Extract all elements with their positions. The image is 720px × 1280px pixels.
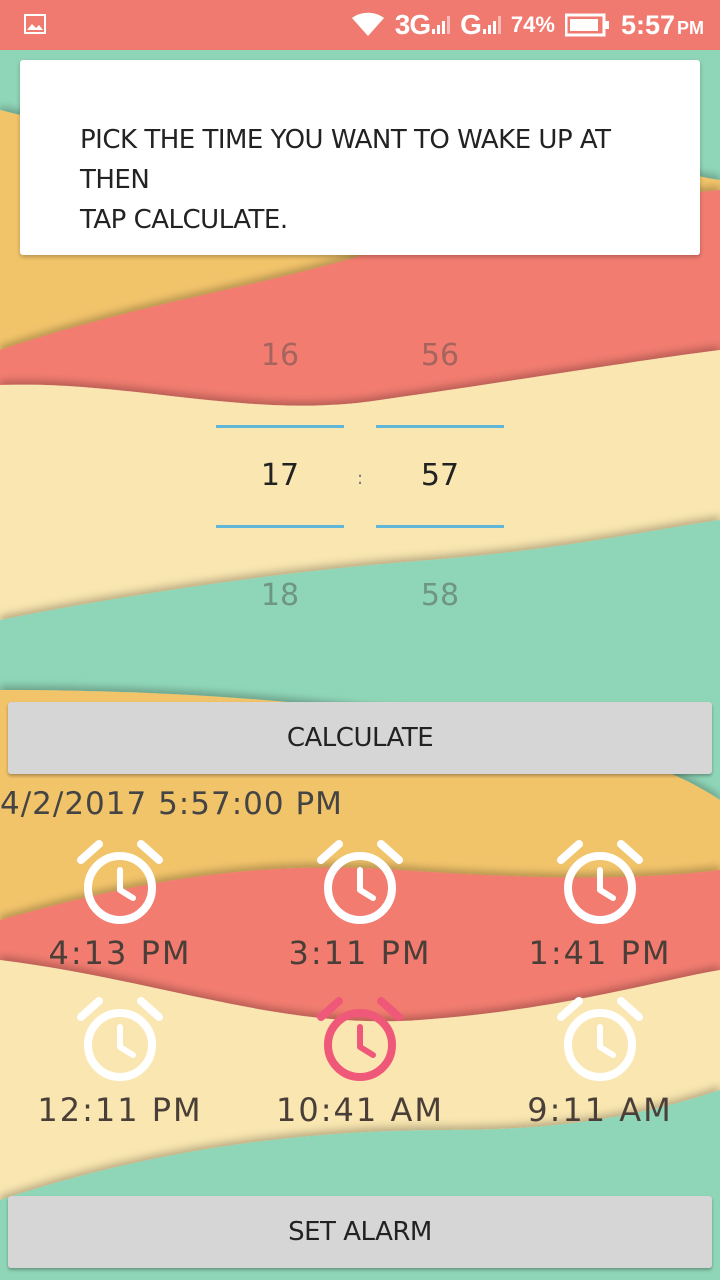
status-bar: 3G G 74% 5:57 PM <box>0 0 720 50</box>
alarm-time: 10:41 AM <box>276 1091 444 1129</box>
alarm-clock-icon[interactable] <box>315 838 405 928</box>
alarm-clock-icon[interactable] <box>75 995 165 1085</box>
alarm-option[interactable]: 3:11 PM <box>240 838 480 972</box>
image-icon <box>24 14 46 34</box>
battery-icon <box>564 13 609 37</box>
alarm-clock-icon[interactable] <box>75 838 165 928</box>
minute-current[interactable]: 57 <box>376 458 504 493</box>
alarm-clock-icon[interactable] <box>555 838 645 928</box>
battery-percent: 74% <box>510 12 555 37</box>
hour-prev[interactable]: 16 <box>216 338 344 373</box>
alarm-clock-icon[interactable] <box>555 995 645 1085</box>
alarm-time: 12:11 PM <box>37 1091 203 1129</box>
minute-next[interactable]: 58 <box>376 578 504 613</box>
network-type: 3G <box>395 9 451 41</box>
signal-icon-2 <box>482 14 501 34</box>
time-separator: : <box>356 468 364 489</box>
instruction-card: PICK THE TIME YOU WANT TO WAKE UP AT THE… <box>20 60 700 255</box>
alarm-option[interactable]: 1:41 PM <box>480 838 720 972</box>
signal-icon <box>432 14 451 34</box>
alarm-time: 3:11 PM <box>288 934 432 972</box>
minute-divider-bottom <box>376 525 504 528</box>
instruction-line-1: PICK THE TIME YOU WANT TO WAKE UP AT THE… <box>80 125 611 195</box>
alarm-option[interactable]: 12:11 PM <box>0 995 240 1129</box>
hour-picker[interactable]: 16 17 18 <box>216 330 344 630</box>
minute-divider-top <box>376 425 504 428</box>
network-type-2: G <box>460 9 501 41</box>
set-alarm-button[interactable]: SET ALARM <box>8 1196 712 1268</box>
status-time: 5:57 PM <box>620 9 704 40</box>
minute-prev[interactable]: 56 <box>376 338 504 373</box>
hour-divider-bottom <box>216 525 344 528</box>
alarm-option-highlighted[interactable]: 10:41 AM <box>240 995 480 1129</box>
status-bar-right: 3G G 74% 5:57 PM <box>351 0 704 50</box>
result-datetime: 4/2/2017 5:57:00 PM <box>0 786 343 822</box>
hour-next[interactable]: 18 <box>216 578 344 613</box>
hour-current[interactable]: 17 <box>216 458 344 493</box>
alarm-time: 1:41 PM <box>528 934 672 972</box>
calculate-button[interactable]: CALCULATE <box>8 702 712 774</box>
alarm-time: 9:11 AM <box>527 1091 673 1129</box>
alarm-clock-icon[interactable] <box>315 995 405 1085</box>
alarm-option[interactable]: 4:13 PM <box>0 838 240 972</box>
wifi-icon <box>351 12 384 36</box>
hour-divider-top <box>216 425 344 428</box>
alarm-time: 4:13 PM <box>48 934 192 972</box>
minute-picker[interactable]: 56 57 58 <box>376 330 504 630</box>
alarm-option[interactable]: 9:11 AM <box>480 995 720 1129</box>
instruction-line-2: TAP CALCULATE. <box>80 205 288 235</box>
